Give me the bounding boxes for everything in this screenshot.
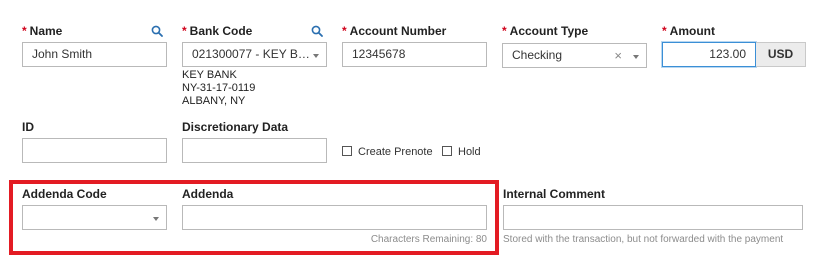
chevron-down-icon xyxy=(633,55,639,59)
name-input[interactable]: John Smith xyxy=(22,42,167,67)
account-type-label: * Account Type xyxy=(502,24,589,38)
currency-addon: USD xyxy=(756,42,806,67)
required-marker: * xyxy=(22,24,27,38)
account-number-label: * Account Number xyxy=(342,24,447,38)
required-marker: * xyxy=(662,24,667,38)
search-icon[interactable] xyxy=(311,25,323,37)
discretionary-data-input[interactable] xyxy=(182,138,327,163)
hold-label[interactable]: Hold xyxy=(458,146,481,158)
hold-checkbox[interactable] xyxy=(442,146,452,156)
chevron-down-icon xyxy=(313,54,319,58)
account-type-value: Checking xyxy=(512,48,563,62)
discretionary-data-label: Discretionary Data xyxy=(182,120,289,134)
bank-code-select[interactable]: 021300077 - KEY B… xyxy=(182,42,327,67)
close-icon[interactable]: × xyxy=(614,49,622,62)
bank-code-value: 021300077 - KEY B… xyxy=(192,47,310,61)
name-label: * Name xyxy=(22,24,63,38)
required-marker: * xyxy=(182,24,187,38)
amount-label: * Amount xyxy=(662,24,715,38)
create-prenote-label[interactable]: Create Prenote xyxy=(358,146,433,158)
amount-input[interactable]: 123.00 xyxy=(662,42,756,67)
search-icon[interactable] xyxy=(151,25,163,37)
bank-info: KEY BANK NY-31-17-0119 ALBANY, NY xyxy=(182,69,255,108)
internal-comment-hint: Stored with the transaction, but not for… xyxy=(503,234,784,245)
account-type-select[interactable]: Checking × xyxy=(502,43,647,68)
bank-code-label: * Bank Code xyxy=(182,24,253,38)
id-label: ID xyxy=(22,120,34,134)
bank-routing-info: NY-31-17-0119 xyxy=(182,82,256,94)
create-prenote-checkbox[interactable] xyxy=(342,146,352,156)
account-number-input[interactable]: 12345678 xyxy=(342,42,487,67)
required-marker: * xyxy=(502,24,507,38)
required-marker: * xyxy=(342,24,347,38)
id-input[interactable] xyxy=(22,138,167,163)
internal-comment-label: Internal Comment xyxy=(503,187,606,201)
internal-comment-input[interactable] xyxy=(503,205,803,230)
bank-location: ALBANY, NY xyxy=(182,95,246,107)
bank-name: KEY BANK xyxy=(182,69,237,81)
addenda-highlight-box xyxy=(9,180,499,255)
